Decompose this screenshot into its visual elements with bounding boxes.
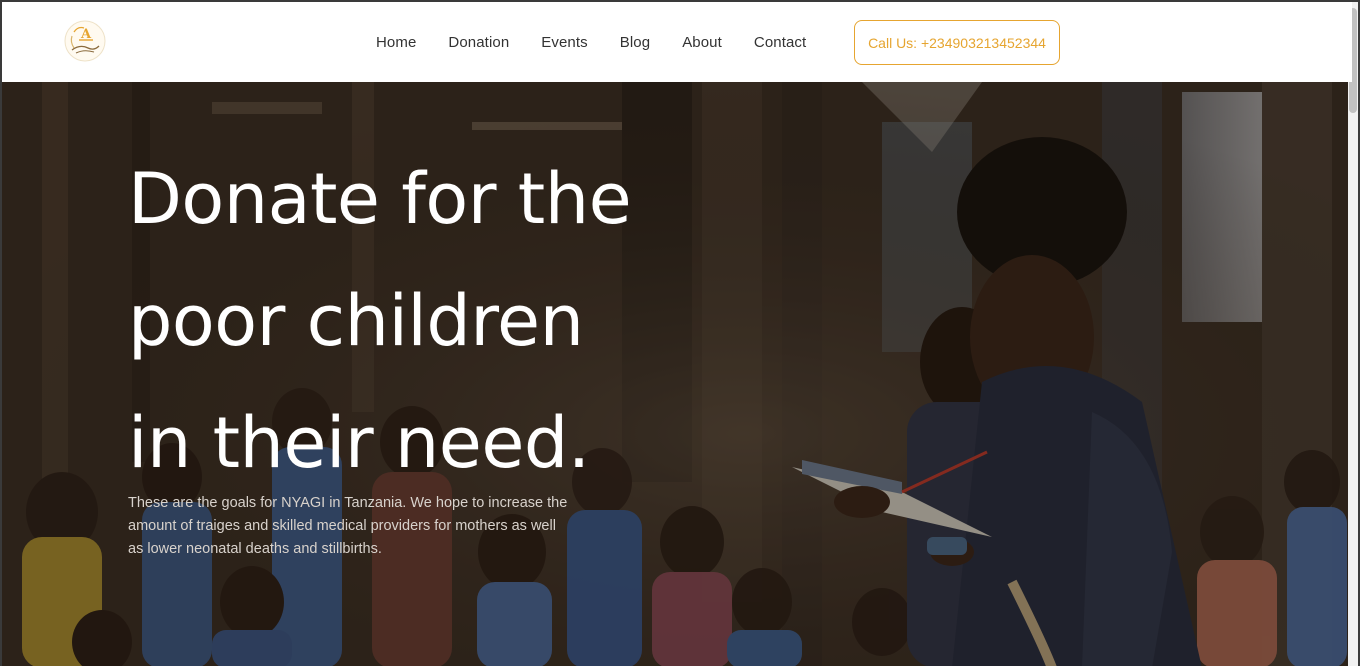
page-scrollbar[interactable] <box>1348 2 1358 666</box>
nav-blog-link[interactable]: Blog <box>604 34 666 51</box>
hero-title-line-2: poor children <box>128 280 584 362</box>
nav-about-link[interactable]: About <box>666 34 738 51</box>
browser-viewport: A Home Donation Events Blog About Contac… <box>0 0 1360 666</box>
nav-events-link[interactable]: Events <box>525 34 603 51</box>
hero-section: Donate for the poor children in their ne… <box>2 82 1352 666</box>
site-header: A Home Donation Events Blog About Contac… <box>2 2 1352 82</box>
hero-title-line-1: Donate for the <box>128 158 632 240</box>
site-logo[interactable]: A <box>62 18 108 64</box>
logo-icon: A <box>64 20 106 62</box>
hero-title-line-3: in their need. <box>128 402 590 484</box>
hero-title: Donate for the poor children in their ne… <box>128 138 688 504</box>
main-nav: Home Donation Events Blog About Contact <box>360 2 822 82</box>
nav-donation-link[interactable]: Donation <box>432 34 525 51</box>
hero-description: These are the goals for NYAGI in Tanzani… <box>128 495 568 557</box>
nav-home-link[interactable]: Home <box>360 34 432 51</box>
nav-contact-link[interactable]: Contact <box>738 34 822 51</box>
call-us-button[interactable]: Call Us: +234903213452344 <box>854 20 1060 65</box>
